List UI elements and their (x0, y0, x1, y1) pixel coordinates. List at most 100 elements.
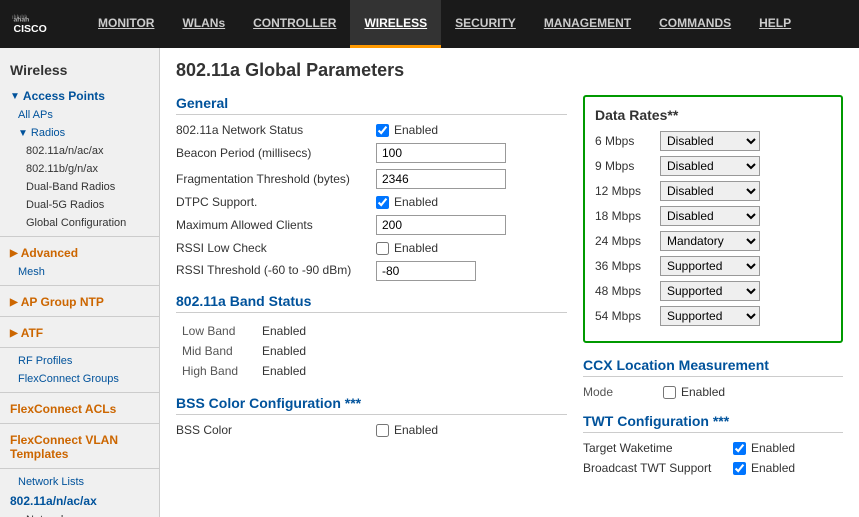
bss-color-checkbox[interactable] (376, 424, 389, 437)
sidebar-divider-6 (0, 423, 159, 424)
sidebar-item-dual-5g[interactable]: Dual-5G Radios (0, 196, 159, 214)
sidebar-item-rf-profiles[interactable]: RF Profiles (0, 352, 159, 370)
twt-broadcast-value: Enabled (751, 461, 795, 475)
rate-6mbps-row: 6 Mbps DisabledMandatorySupported (595, 131, 831, 151)
sidebar-item-access-points[interactable]: ▼ Access Points (0, 86, 159, 106)
radios-arrow: ▼ (18, 128, 28, 139)
rssi-low-checkbox[interactable] (376, 242, 389, 255)
twt-broadcast-checkbox-row: Enabled (733, 461, 795, 475)
general-section-title: General (176, 95, 567, 115)
data-rates-title: Data Rates** (595, 107, 831, 123)
cisco-logo: ahah ılılıılılı CISCO (0, 2, 84, 46)
mid-band-row: Mid Band Enabled (176, 341, 567, 361)
nav-management[interactable]: MANAGEMENT (530, 0, 645, 48)
rate-12mbps-select[interactable]: DisabledMandatorySupported (660, 181, 760, 201)
sidebar-divider-5 (0, 392, 159, 393)
nav-commands[interactable]: COMMANDS (645, 0, 745, 48)
sidebar-item-atf[interactable]: ▶ ATF (0, 321, 159, 343)
rssi-low-row: RSSI Low Check Enabled (176, 241, 567, 255)
rate-36mbps-row: 36 Mbps DisabledMandatorySupported (595, 256, 831, 276)
dtpc-value: Enabled (394, 195, 438, 209)
rate-6mbps-select[interactable]: DisabledMandatorySupported (660, 131, 760, 151)
sidebar-divider-2 (0, 285, 159, 286)
fragmentation-input[interactable] (376, 169, 506, 189)
collapse-arrow: ▼ (10, 91, 20, 102)
nav-wireless[interactable]: WIRELESS (350, 0, 441, 48)
nav-wlans[interactable]: WLANs (168, 0, 239, 48)
rate-18mbps-select[interactable]: DisabledMandatorySupported (660, 206, 760, 226)
rate-54mbps-select[interactable]: DisabledMandatorySupported (660, 306, 760, 326)
rate-36mbps-select[interactable]: DisabledMandatorySupported (660, 256, 760, 276)
twt-target-label: Target Waketime (583, 441, 733, 455)
dtpc-checkbox-row: Enabled (376, 195, 438, 209)
sidebar-item-ap-group-ntp[interactable]: ▶ AP Group NTP (0, 290, 159, 312)
sidebar-item-mesh[interactable]: Mesh (0, 263, 159, 281)
page-title: 802.11a Global Parameters (176, 60, 843, 81)
bss-color-row: BSS Color Enabled (176, 423, 567, 437)
right-column: Data Rates** 6 Mbps DisabledMandatorySup… (583, 95, 843, 481)
sidebar-item-80211a-bottom[interactable]: 802.11a/n/ac/ax (0, 491, 159, 511)
left-column: General 802.11a Network Status Enabled B… (176, 95, 567, 481)
rate-54mbps-row: 54 Mbps DisabledMandatorySupported (595, 306, 831, 326)
nav-help[interactable]: HELP (745, 0, 805, 48)
band-status-title: 802.11a Band Status (176, 293, 567, 313)
sidebar-item-all-aps[interactable]: All APs (0, 106, 159, 124)
sidebar-item-radios[interactable]: ▼ Radios (0, 124, 159, 142)
rate-48mbps-row: 48 Mbps DisabledMandatorySupported (595, 281, 831, 301)
sidebar: Wireless ▼ Access Points All APs ▼ Radio… (0, 48, 160, 517)
high-band-row: High Band Enabled (176, 361, 567, 381)
dtpc-row: DTPC Support. Enabled (176, 195, 567, 209)
rate-48mbps-label: 48 Mbps (595, 284, 660, 298)
ccx-mode-value: Enabled (681, 385, 725, 399)
ccx-mode-row: Mode Enabled (583, 385, 843, 399)
svg-text:ılılıılılı: ılılıılılı (12, 15, 28, 21)
rssi-threshold-input[interactable] (376, 261, 476, 281)
advanced-arrow: ▶ (10, 248, 18, 259)
twt-target-checkbox[interactable] (733, 442, 746, 455)
rate-9mbps-select[interactable]: DisabledMandatorySupported (660, 156, 760, 176)
sidebar-item-flexconnect-groups[interactable]: FlexConnect Groups (0, 370, 159, 388)
network-status-checkbox[interactable] (376, 124, 389, 137)
sidebar-item-advanced[interactable]: ▶ Advanced (0, 241, 159, 263)
network-status-label: 802.11a Network Status (176, 123, 376, 137)
fragmentation-label: Fragmentation Threshold (bytes) (176, 172, 376, 186)
bss-color-title: BSS Color Configuration *** (176, 395, 567, 415)
low-band-value: Enabled (256, 321, 567, 341)
network-status-value: Enabled (394, 123, 438, 137)
sidebar-item-flexconnect-vlan[interactable]: FlexConnect VLAN Templates (0, 428, 159, 464)
data-rates-box: Data Rates** 6 Mbps DisabledMandatorySup… (583, 95, 843, 343)
nav-security[interactable]: SECURITY (441, 0, 530, 48)
sidebar-item-network-bottom[interactable]: Network (0, 511, 159, 517)
bss-color-value: Enabled (394, 423, 438, 437)
sidebar-item-global-config[interactable]: Global Configuration (0, 214, 159, 232)
sidebar-item-80211b[interactable]: 802.11b/g/n/ax (0, 160, 159, 178)
twt-target-value: Enabled (751, 441, 795, 455)
nav-monitor[interactable]: MONITOR (84, 0, 168, 48)
sidebar-item-flexconnect-acls[interactable]: FlexConnect ACLs (0, 397, 159, 419)
band-status-table: Low Band Enabled Mid Band Enabled High B… (176, 321, 567, 381)
atf-arrow: ▶ (10, 328, 18, 339)
beacon-period-row: Beacon Period (millisecs) (176, 143, 567, 163)
ccx-section: CCX Location Measurement Mode Enabled (583, 357, 843, 399)
sidebar-divider-7 (0, 468, 159, 469)
sidebar-item-80211a[interactable]: 802.11a/n/ac/ax (0, 142, 159, 160)
fragmentation-row: Fragmentation Threshold (bytes) (176, 169, 567, 189)
rate-48mbps-select[interactable]: DisabledMandatorySupported (660, 281, 760, 301)
twt-broadcast-checkbox[interactable] (733, 462, 746, 475)
content-columns: General 802.11a Network Status Enabled B… (176, 95, 843, 481)
dtpc-checkbox[interactable] (376, 196, 389, 209)
network-status-row: 802.11a Network Status Enabled (176, 123, 567, 137)
layout: Wireless ▼ Access Points All APs ▼ Radio… (0, 48, 859, 517)
sidebar-item-dual-band[interactable]: Dual-Band Radios (0, 178, 159, 196)
sidebar-item-network-lists[interactable]: Network Lists (0, 473, 159, 491)
nav-controller[interactable]: CONTROLLER (239, 0, 350, 48)
twt-target-row: Target Waketime Enabled (583, 441, 843, 455)
max-clients-input[interactable] (376, 215, 506, 235)
rssi-low-value: Enabled (394, 241, 438, 255)
beacon-period-input[interactable] (376, 143, 506, 163)
rssi-threshold-label: RSSI Threshold (-60 to -90 dBm) (176, 263, 376, 279)
rssi-threshold-row: RSSI Threshold (-60 to -90 dBm) (176, 261, 567, 281)
rate-24mbps-select[interactable]: DisabledMandatorySupported (660, 231, 760, 251)
sidebar-divider-4 (0, 347, 159, 348)
ccx-mode-checkbox[interactable] (663, 386, 676, 399)
